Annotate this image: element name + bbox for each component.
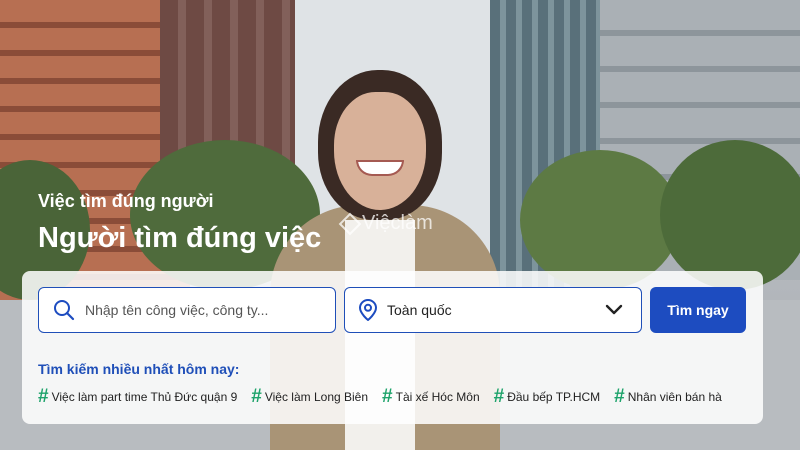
hashtag-icon: # bbox=[38, 386, 49, 407]
keyword-input[interactable] bbox=[85, 302, 305, 318]
hero-subtitle: Việc tìm đúng người bbox=[38, 191, 214, 211]
trending-tag[interactable]: # Việc làm part time Thủ Đức quận 9 bbox=[38, 386, 237, 408]
hashtag-icon: # bbox=[251, 386, 262, 407]
trending-tag[interactable]: # Đầu bếp TP.HCM bbox=[494, 386, 601, 408]
search-panel: Toàn quốc Tìm ngay Tìm kiếm nhiều nhất h… bbox=[22, 271, 763, 424]
trending-tag[interactable]: # Việc làm Long Biên bbox=[251, 386, 368, 408]
hashtag-icon: # bbox=[493, 386, 505, 407]
trending-tag-label: Tài xế Hóc Môn bbox=[395, 390, 480, 404]
keyword-field[interactable] bbox=[38, 287, 336, 333]
location-select[interactable]: Toàn quốc bbox=[344, 287, 642, 333]
watermark-mark-icon bbox=[338, 212, 362, 235]
hashtag-icon: # bbox=[614, 386, 625, 407]
watermark-logo: Việclàm bbox=[338, 212, 433, 235]
hashtag-icon: # bbox=[382, 386, 393, 407]
watermark-text: Việclàm bbox=[362, 212, 433, 234]
trending-tag-label: Đầu bếp TP.HCM bbox=[507, 390, 601, 404]
hero-title: Người tìm đúng việc bbox=[38, 222, 322, 254]
search-icon bbox=[53, 299, 75, 321]
trending-tag[interactable]: # Tài xế Hóc Môn bbox=[382, 386, 480, 408]
location-value: Toàn quốc bbox=[387, 302, 452, 318]
trending-tags: # Việc làm part time Thủ Đức quận 9 # Vi… bbox=[38, 386, 747, 408]
location-pin-icon bbox=[359, 299, 377, 321]
trending-title: Tìm kiếm nhiều nhất hôm nay: bbox=[38, 361, 240, 377]
chevron-down-icon[interactable] bbox=[605, 304, 623, 316]
trending-tag-label: Nhân viên bán hà bbox=[627, 390, 722, 404]
trending-tag-label: Việc làm Long Biên bbox=[264, 390, 369, 404]
search-button[interactable]: Tìm ngay bbox=[650, 287, 746, 333]
trending-tag[interactable]: # Nhân viên bán hà bbox=[614, 386, 722, 408]
trending-tag-label: Việc làm part time Thủ Đức quận 9 bbox=[51, 390, 238, 404]
